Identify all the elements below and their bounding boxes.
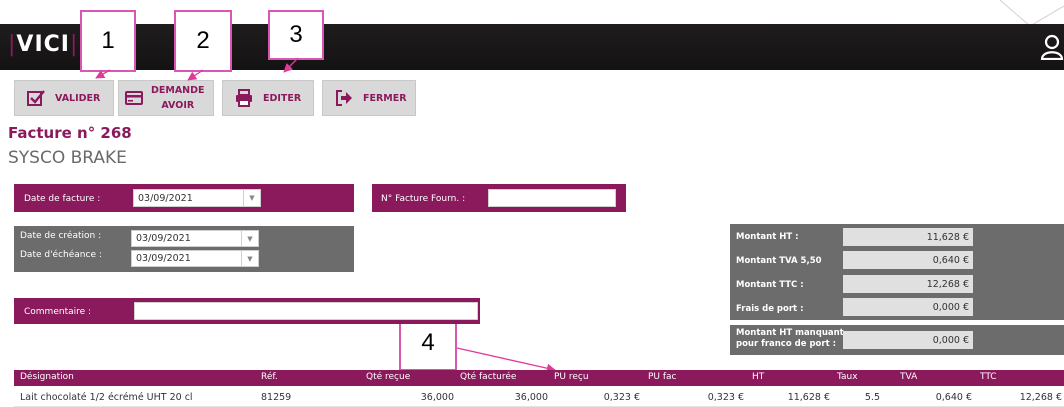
supplier-name: SYSCO BRAKE xyxy=(8,148,127,168)
th-designation[interactable]: Désignation xyxy=(20,372,74,382)
cell-ht: 11,628 € xyxy=(787,392,830,403)
date-echeance-label: Date d'échéance : xyxy=(20,250,102,260)
th-pu-recu[interactable]: PU reçu xyxy=(554,372,589,382)
commentaire-label: Commentaire : xyxy=(24,307,92,317)
franco-value: 0,000 € xyxy=(843,331,973,349)
cell-ref: 81259 xyxy=(261,392,292,403)
chevron-down-icon[interactable]: ▼ xyxy=(241,231,258,246)
cell-ttc: 12,268 € xyxy=(1019,392,1062,403)
invoice-title: Facture n° 268 xyxy=(8,124,132,142)
th-pu-fac[interactable]: PU fac xyxy=(648,372,677,382)
n-facture-label: N° Facture Fourn. : xyxy=(381,194,466,204)
chevron-down-icon[interactable]: ▼ xyxy=(243,190,260,206)
cell-taux: 5.5 xyxy=(864,392,880,403)
montant-ht-label: Montant HT : xyxy=(736,232,799,242)
cell-qte-recue: 36,000 xyxy=(420,392,454,403)
frais-port-label: Frais de port : xyxy=(736,304,804,314)
chevron-down-icon[interactable]: ▼ xyxy=(241,251,258,266)
cell-tva: 0,640 € xyxy=(935,392,972,403)
date-facture-field[interactable]: 03/09/2021 ▼ xyxy=(133,189,261,207)
date-creation-field[interactable]: 03/09/2021 ▼ xyxy=(131,230,259,247)
montant-ttc-value: 12,268 € xyxy=(843,275,973,293)
th-tva[interactable]: TVA xyxy=(900,372,917,382)
th-ttc[interactable]: TTC xyxy=(980,372,997,382)
th-qte-facturee[interactable]: Qté facturée xyxy=(460,372,516,382)
date-facture-value: 03/09/2021 xyxy=(138,192,193,204)
date-creation-value: 03/09/2021 xyxy=(136,233,191,244)
franco-label: Montant HT manquant pour franco de port … xyxy=(736,328,844,350)
commentaire-input[interactable] xyxy=(134,302,478,320)
th-taux[interactable]: Taux xyxy=(837,372,858,382)
montant-tva-label: Montant TVA 5,50 xyxy=(736,256,822,266)
montant-ht-value: 11,628 € xyxy=(843,228,973,246)
cell-pu-recu: 0,323 € xyxy=(603,392,640,403)
date-facture-label: Date de facture : xyxy=(24,194,101,204)
date-echeance-value: 03/09/2021 xyxy=(136,253,191,264)
date-echeance-field[interactable]: 03/09/2021 ▼ xyxy=(131,250,259,267)
th-qte-recue[interactable]: Qté reçue xyxy=(366,372,410,382)
cell-designation: Lait chocolaté 1/2 écrémé UHT 20 cl xyxy=(20,392,193,403)
frais-port-value: 0,000 € xyxy=(843,298,973,316)
montant-ttc-label: Montant TTC : xyxy=(736,280,804,290)
montant-tva-value: 0,640 € xyxy=(843,251,973,269)
cell-pu-fac: 0,323 € xyxy=(707,392,744,403)
date-creation-label: Date de création : xyxy=(20,231,102,241)
n-facture-input[interactable] xyxy=(488,189,616,207)
franco-label-line1: Montant HT manquant xyxy=(736,328,844,338)
th-ht[interactable]: HT xyxy=(752,372,764,382)
cell-qte-facturee: 36,000 xyxy=(514,392,548,403)
franco-label-line2: pour franco de port : xyxy=(736,339,836,349)
th-ref[interactable]: Réf. xyxy=(261,372,278,382)
